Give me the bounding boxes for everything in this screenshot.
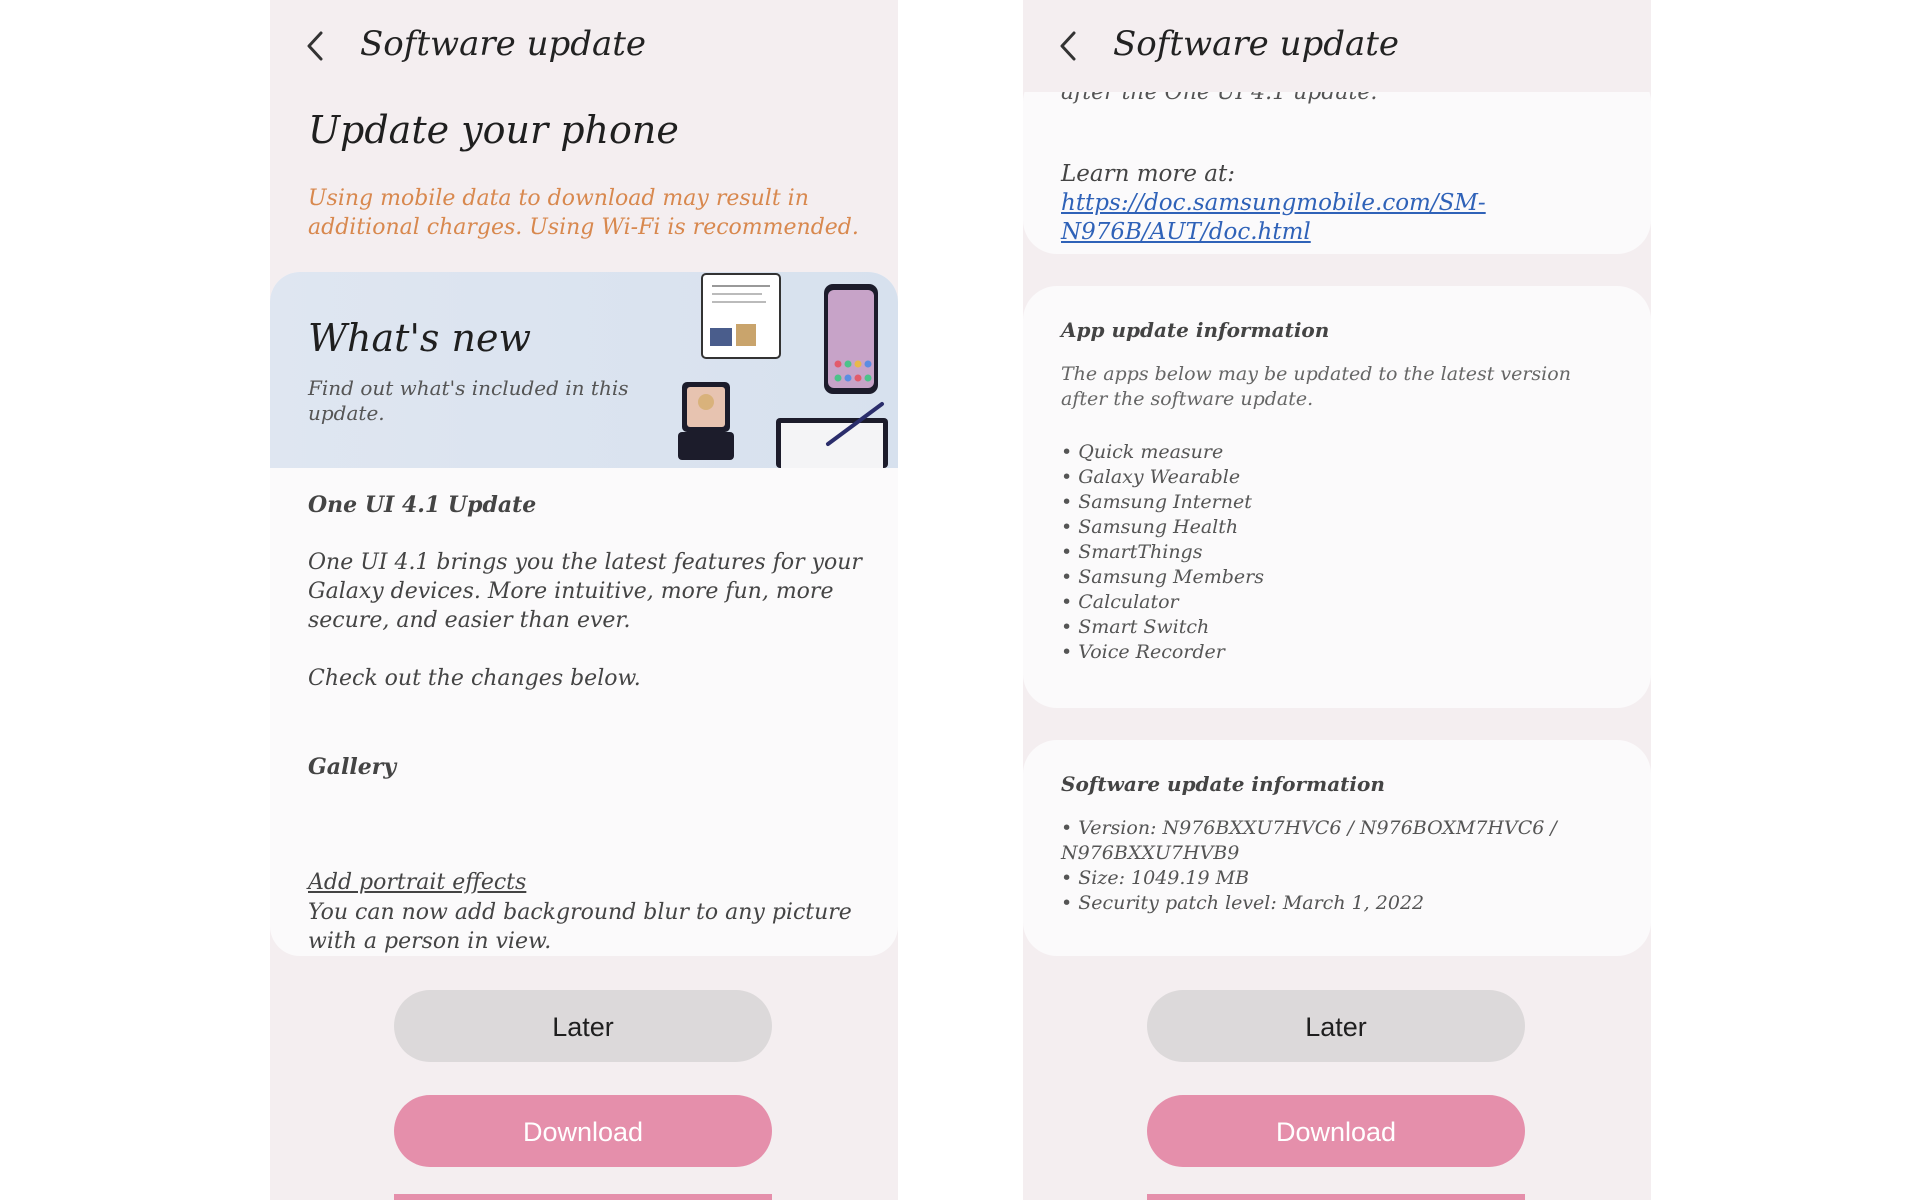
header-title: Software update [360, 24, 647, 64]
software-info-title: Software update information [1061, 772, 1385, 796]
back-arrow-icon[interactable] [1057, 28, 1081, 64]
update-intro: One UI 4.1 brings you the latest feature… [308, 550, 862, 633]
later-button[interactable]: Later [1147, 990, 1525, 1062]
size-info: • Size: 1049.19 MB [1061, 867, 1250, 889]
list-item: • Voice Recorder [1061, 641, 1225, 663]
download-button[interactable]: Download [394, 1095, 772, 1167]
learn-more-link[interactable]: https://doc.samsungmobile.com/SM-N976B/A… [1061, 190, 1486, 245]
app-header: Software update [1023, 0, 1651, 92]
download-button[interactable]: Download [1147, 1095, 1525, 1167]
software-info-list: • Version: N976BXXU7HVC6 / N976BOXM7HVC6… [1061, 816, 1621, 916]
app-update-card: App update information The apps below ma… [1023, 286, 1651, 708]
mobile-data-warning: Using mobile data to download may result… [308, 186, 859, 240]
later-button[interactable]: Later [394, 990, 772, 1062]
learn-more-text: Learn more at: https://doc.samsungmobile… [1061, 160, 1631, 247]
software-update-info-card: Software update information • Version: N… [1023, 740, 1651, 956]
next-button-edge [394, 1194, 772, 1200]
version-info: • Version: N976BXXU7HVC6 / N976BOXM7HVC6… [1061, 817, 1557, 864]
right-phone-screen: after the One UI 4.1 update. Learn more … [1023, 0, 1651, 1200]
whats-new-banner[interactable]: What's new Find out what's included in t… [270, 272, 898, 468]
learn-more-label: Learn more at: [1061, 161, 1235, 187]
banner-title: What's new [308, 316, 531, 360]
learn-more-card: after the One UI 4.1 update. Learn more … [1023, 68, 1651, 254]
app-header: Software update [270, 0, 898, 92]
portrait-effects-description: You can now add background blur to any p… [308, 900, 852, 954]
header-title: Software update [1113, 24, 1400, 64]
left-phone-screen: Software update Update your phone Using … [270, 0, 898, 1200]
update-version-title: One UI 4.1 Update [308, 492, 537, 518]
back-arrow-icon[interactable] [304, 28, 328, 64]
list-item: • Quick measure [1061, 441, 1224, 463]
list-item: • Samsung Members [1061, 566, 1264, 588]
portrait-effects-link[interactable]: Add portrait effects [308, 868, 878, 897]
list-item: • Samsung Internet [1061, 491, 1252, 513]
next-button-edge [1147, 1194, 1525, 1200]
check-changes-text: Check out the changes below. [308, 666, 641, 691]
list-item: • Samsung Health [1061, 516, 1239, 538]
list-item: • Calculator [1061, 591, 1179, 613]
list-item: • Smart Switch [1061, 616, 1210, 638]
update-details-card: What's new Find out what's included in t… [270, 272, 898, 956]
app-update-description: The apps below may be updated to the lat… [1061, 363, 1571, 410]
devices-illustration [678, 273, 888, 468]
security-patch-info: • Security patch level: March 1, 2022 [1061, 892, 1425, 914]
page-heading: Update your phone [308, 108, 679, 152]
list-item: • SmartThings [1061, 541, 1203, 563]
list-item: • Galaxy Wearable [1061, 466, 1241, 488]
app-list: • Quick measure • Galaxy Wearable • Sams… [1061, 440, 1264, 665]
gallery-section-title: Gallery [308, 754, 397, 780]
banner-subtitle: Find out what's included in this update. [308, 376, 629, 425]
app-update-title: App update information [1061, 318, 1330, 342]
